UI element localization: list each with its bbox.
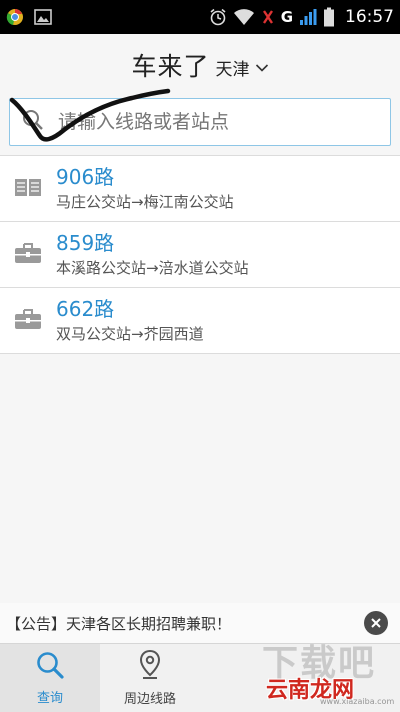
network-type: G [280, 8, 293, 26]
route-name: 662路 [56, 297, 115, 321]
battery-icon [323, 7, 335, 27]
signal-icon [299, 8, 317, 26]
tab-label: 周边线路 [123, 692, 176, 707]
chevron-down-icon [255, 58, 269, 77]
route-name: 906路 [56, 165, 115, 189]
search-input[interactable] [58, 111, 358, 133]
image-icon [34, 9, 52, 25]
notice-bar[interactable]: 【公告】天津各区长期招聘兼职！ [0, 603, 400, 643]
route-stops: 本溪路公交站→涪水道公交站 [56, 259, 249, 277]
city-name: 天津 [215, 59, 250, 80]
wifi-icon [233, 8, 255, 26]
search-box[interactable] [9, 98, 391, 146]
city-selector[interactable]: 天津 [216, 55, 269, 80]
tab-nearby-routes[interactable]: 周边线路 [100, 644, 200, 712]
location-pin-icon [138, 649, 162, 685]
bottom-tab-bar: 查询 周边线路 [0, 643, 400, 712]
notice-text: 【公告】天津各区长期招聘兼职！ [6, 614, 232, 633]
chrome-icon [6, 8, 24, 26]
route-item[interactable]: 662路 双马公交站→芥园西道 [0, 288, 400, 354]
tab-label: 查询 [36, 691, 63, 706]
close-icon[interactable] [364, 611, 388, 635]
app-header: 车来了 天津 [0, 34, 400, 96]
status-bar: G 16:57 [0, 0, 400, 34]
route-list: 906路 马庄公交站→梅江南公交站 859路 本溪路公交站→涪水道公交站 662… [0, 155, 400, 354]
no-sim-icon [261, 8, 275, 26]
search-icon [35, 650, 65, 684]
alarm-icon [209, 8, 227, 26]
route-stops: 马庄公交站→梅江南公交站 [56, 193, 234, 211]
search-icon [22, 109, 44, 135]
route-item[interactable]: 859路 本溪路公交站→涪水道公交站 [0, 222, 400, 288]
route-name: 859路 [56, 231, 115, 255]
briefcase-icon [14, 241, 42, 269]
app-title: 车来了 [131, 52, 210, 81]
briefcase-icon [14, 307, 42, 335]
route-stops: 双马公交站→芥园西道 [56, 325, 204, 343]
status-time: 16:57 [345, 7, 394, 27]
book-icon [13, 175, 43, 203]
tab-query[interactable]: 查询 [0, 644, 100, 712]
route-item[interactable]: 906路 马庄公交站→梅江南公交站 [0, 156, 400, 222]
